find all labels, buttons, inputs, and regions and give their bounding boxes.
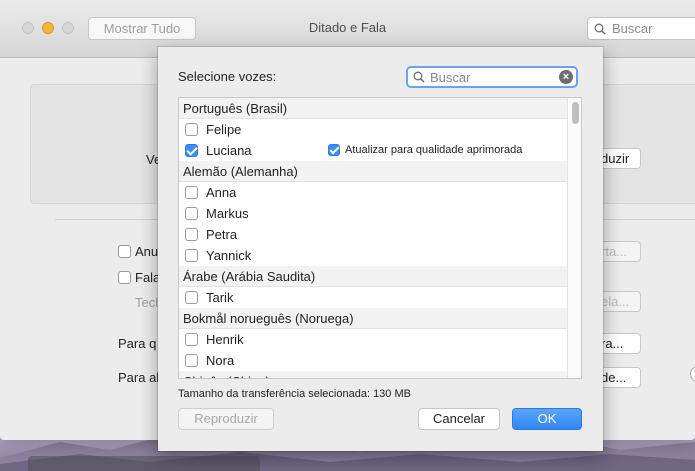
scrollbar[interactable]	[567, 98, 581, 378]
voice-group-header: Alemão (Alemanha)	[179, 161, 567, 182]
speak-selected-label: Fala	[135, 270, 161, 285]
select-voices-sheet: Selecione vozes: × Português (Brasil) Fel…	[158, 47, 603, 451]
para-a-label: Para al	[118, 370, 160, 385]
voice-row[interactable]: Nora	[179, 350, 567, 371]
voice-name: Markus	[206, 206, 249, 221]
scrollbar-thumb[interactable]	[572, 102, 579, 124]
voice-name: Tarik	[206, 290, 234, 305]
voice-checkbox[interactable]	[185, 207, 198, 220]
voice-list[interactable]: Português (Brasil) Felipe Luciana Atualizar…	[178, 97, 582, 379]
search-icon	[413, 71, 425, 83]
help-button[interactable]	[690, 366, 695, 382]
announce-label: Anu	[135, 244, 159, 259]
voice-checkbox[interactable]	[185, 123, 198, 136]
announce-checkbox[interactable]	[118, 245, 131, 258]
voice-group-header: Bokmål norueguês (Noruega)	[179, 308, 567, 329]
upgrade-quality-option[interactable]: Atualizar para qualidade aprimorada	[328, 140, 522, 161]
voice-checkbox[interactable]	[185, 186, 198, 199]
voice-search-field[interactable]: ×	[406, 66, 578, 88]
voice-row[interactable]: Luciana Atualizar para qualidade aprimora…	[179, 140, 567, 161]
voice-checkbox[interactable]	[185, 291, 198, 304]
ok-button[interactable]: OK	[512, 408, 582, 430]
voice-checkbox[interactable]	[185, 144, 198, 157]
voice-row[interactable]: Markus	[179, 203, 567, 224]
voice-group-header: Chinês (China)	[179, 371, 567, 378]
voice-row[interactable]: Tarik	[179, 287, 567, 308]
voice-name: Yannick	[206, 248, 252, 263]
search-icon	[594, 23, 606, 35]
voice-row[interactable]: Yannick	[179, 245, 567, 266]
voice-checkbox[interactable]	[185, 249, 198, 262]
voice-name: Petra	[206, 227, 238, 242]
voice-row[interactable]: Petra	[179, 224, 567, 245]
voice-name: Henrik	[206, 332, 244, 347]
voice-name: Nora	[206, 353, 235, 368]
voice-group-header: Português (Brasil)	[179, 98, 567, 119]
voice-search-input[interactable]	[430, 69, 554, 85]
voice-checkbox[interactable]	[185, 354, 198, 367]
voice-row[interactable]: Anna	[179, 182, 567, 203]
voice-row[interactable]: Henrik	[179, 329, 567, 350]
voice-row[interactable]: Felipe	[179, 119, 567, 140]
voice-name: Anna	[206, 185, 237, 200]
para-q-label: Para q	[118, 336, 157, 351]
clear-search-icon[interactable]: ×	[559, 70, 573, 84]
toolbar-search-field[interactable]: Buscar	[587, 17, 695, 40]
speak-selected-checkbox[interactable]	[118, 271, 131, 284]
voice-name: Luciana	[206, 143, 252, 158]
download-size-text: Tamanho da transferência selecionada: 13…	[178, 388, 411, 400]
select-voices-label: Selecione vozes:	[178, 69, 277, 84]
voice-name: Felipe	[206, 122, 242, 137]
cancel-button[interactable]: Cancelar	[418, 408, 500, 430]
voice-checkbox[interactable]	[185, 333, 198, 346]
dock	[28, 456, 260, 471]
voice-group-header: Árabe (Arábia Saudita)	[179, 266, 567, 287]
upgrade-quality-checkbox[interactable]	[328, 144, 340, 156]
voice-checkbox[interactable]	[185, 228, 198, 241]
toolbar-search-placeholder: Buscar	[612, 21, 653, 36]
shortcut-label: Tecl	[135, 295, 159, 310]
upgrade-quality-label: Atualizar para qualidade aprimorada	[345, 144, 523, 156]
play-button[interactable]: Reproduzir	[178, 408, 274, 430]
